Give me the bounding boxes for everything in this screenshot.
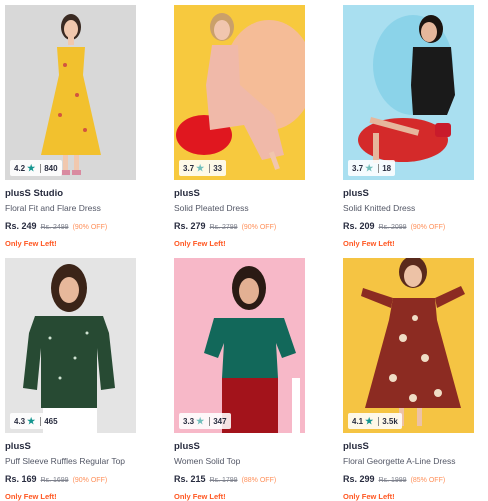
product-card[interactable]: 3.7 ★ 33 plusS Solid Pleated Dress Rs. 2… — [174, 5, 305, 248]
divider — [40, 416, 42, 426]
product-price: Rs. 169 — [5, 474, 37, 484]
product-brand: plusS Studio — [5, 188, 64, 199]
rating-count: 33 — [213, 163, 223, 173]
product-price: Rs. 249 — [5, 221, 37, 231]
rating-count: 3.5k — [382, 416, 398, 426]
stock-status: Only Few Left! — [343, 239, 395, 248]
product-discount: (90% OFF) — [410, 224, 446, 231]
rating-badge: 4.2 ★ 840 — [10, 160, 62, 176]
rating-count: 18 — [382, 163, 392, 173]
rating-value: 3.3 — [183, 416, 195, 426]
price-row: Rs. 169 Rs. 1699 (90% OFF) — [5, 474, 136, 484]
rating-value: 4.1 — [352, 416, 364, 426]
product-name: Solid Pleated Dress — [174, 203, 249, 213]
product-image[interactable]: 3.3 ★ 347 — [174, 258, 305, 433]
product-brand: plusS — [174, 188, 200, 199]
star-icon: ★ — [196, 162, 205, 173]
product-discount: (88% OFF) — [241, 477, 277, 484]
price-row: Rs. 299 Rs. 1999 (85% OFF) — [343, 474, 474, 484]
product-price: Rs. 215 — [174, 474, 206, 484]
rating-value: 3.7 — [183, 163, 195, 173]
product-name: Solid Knitted Dress — [343, 203, 416, 213]
divider — [209, 163, 211, 173]
price-row: Rs. 209 Rs. 2099 (90% OFF) — [343, 221, 474, 231]
stock-status: Only Few Left! — [5, 239, 57, 248]
product-card[interactable]: 3.3 ★ 347 plusS Women Solid Top Rs. 215 … — [174, 258, 305, 501]
rating-count: 347 — [213, 416, 227, 426]
product-mrp: Rs. 1799 — [209, 477, 238, 484]
product-name: Puff Sleeve Ruffles Regular Top — [5, 456, 126, 466]
product-mrp: Rs. 2099 — [378, 224, 407, 231]
product-brand: plusS — [5, 441, 31, 452]
product-discount: (85% OFF) — [410, 477, 446, 484]
rating-value: 4.3 — [14, 416, 26, 426]
rating-badge: 4.1 ★ 3.5k — [348, 413, 402, 429]
rating-badge: 3.3 ★ 347 — [179, 413, 231, 429]
product-mrp: Rs. 2499 — [40, 224, 69, 231]
product-brand: plusS — [174, 441, 200, 452]
star-icon: ★ — [365, 162, 374, 173]
product-name: Women Solid Top — [174, 456, 241, 466]
product-image[interactable]: 4.2 ★ 840 — [5, 5, 136, 180]
product-discount: (90% OFF) — [72, 477, 108, 484]
product-name: Floral Fit and Flare Dress — [5, 203, 101, 213]
price-row: Rs. 249 Rs. 2499 (90% OFF) — [5, 221, 136, 231]
product-mrp: Rs. 1999 — [378, 477, 407, 484]
product-card[interactable]: 4.3 ★ 465 plusS Puff Sleeve Ruffles Regu… — [5, 258, 136, 501]
product-card[interactable]: 3.7 ★ 18 plusS Solid Knitted Dress Rs. 2… — [343, 5, 474, 248]
stock-status: Only Few Left! — [174, 239, 226, 248]
rating-value: 3.7 — [352, 163, 364, 173]
product-discount: (90% OFF) — [72, 224, 108, 231]
product-name: Floral Georgette A-Line Dress — [343, 456, 456, 466]
product-mrp: Rs. 2799 — [209, 224, 238, 231]
divider — [209, 416, 211, 426]
divider — [40, 163, 42, 173]
product-price: Rs. 279 — [174, 221, 206, 231]
product-price: Rs. 209 — [343, 221, 375, 231]
product-price: Rs. 299 — [343, 474, 375, 484]
product-brand: plusS — [343, 188, 369, 199]
product-discount: (90% OFF) — [241, 224, 277, 231]
rating-badge: 3.7 ★ 18 — [348, 160, 396, 176]
rating-value: 4.2 — [14, 163, 26, 173]
rating-badge: 3.7 ★ 33 — [179, 160, 227, 176]
divider — [378, 416, 380, 426]
star-icon: ★ — [365, 415, 374, 426]
rating-badge: 4.3 ★ 465 — [10, 413, 62, 429]
product-image[interactable]: 3.7 ★ 18 — [343, 5, 474, 180]
product-brand: plusS — [343, 441, 369, 452]
product-image[interactable]: 4.1 ★ 3.5k — [343, 258, 474, 433]
rating-count: 465 — [44, 416, 58, 426]
divider — [378, 163, 380, 173]
product-image[interactable]: 3.7 ★ 33 — [174, 5, 305, 180]
star-icon: ★ — [27, 415, 36, 426]
product-card[interactable]: 4.1 ★ 3.5k plusS Floral Georgette A-Line… — [343, 258, 474, 501]
rating-count: 840 — [44, 163, 58, 173]
star-icon: ★ — [196, 415, 205, 426]
price-row: Rs. 279 Rs. 2799 (90% OFF) — [174, 221, 305, 231]
product-mrp: Rs. 1699 — [40, 477, 69, 484]
product-image[interactable]: 4.3 ★ 465 — [5, 258, 136, 433]
price-row: Rs. 215 Rs. 1799 (88% OFF) — [174, 474, 305, 484]
product-card[interactable]: 4.2 ★ 840 plusS Studio Floral Fit and Fl… — [5, 5, 136, 248]
star-icon: ★ — [27, 162, 36, 173]
